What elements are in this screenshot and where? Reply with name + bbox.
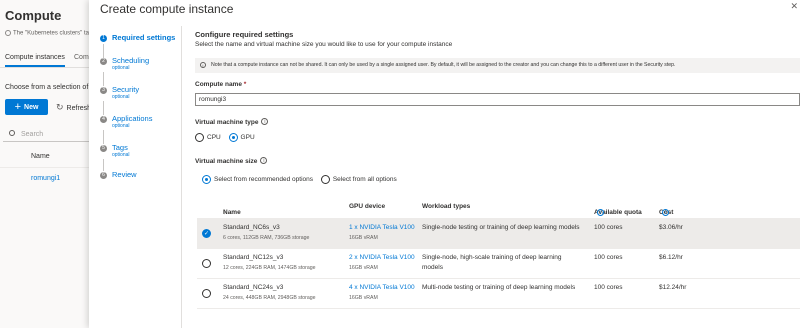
refresh-icon: ↻ (56, 102, 64, 112)
page-title: Compute (5, 8, 62, 23)
radio-button-selected[interactable] (202, 175, 211, 184)
section-title: Configure required settings (195, 30, 294, 39)
close-icon[interactable]: ✕ (790, 1, 798, 12)
gpu-device-link[interactable]: 4 x NVIDIA Tesla V100 (349, 284, 415, 291)
info-text: The "Kubernetes clusters" tab (5, 30, 92, 37)
tab-compute-instances[interactable]: Compute instances (5, 54, 65, 67)
new-button[interactable]: + New (5, 99, 48, 115)
compute-instance-link[interactable]: romungi1 (31, 175, 60, 182)
table-row[interactable]: Standard_NC24s_v3 24 cores, 448GB RAM, 2… (197, 279, 800, 309)
cost: $12.24/hr (659, 284, 687, 291)
step-number: 3 (100, 87, 107, 94)
table-row[interactable]: ✓ Standard_NC6s_v3 6 cores, 112GB RAM, 7… (197, 219, 800, 249)
workload-type: Single-node, high-scale training of deep… (422, 254, 562, 261)
sort-arrow-icon: ↑ (223, 209, 227, 216)
vm-name: Standard_NC24s_v3 (223, 284, 284, 291)
cost: $3.06/hr (659, 224, 683, 231)
step-connector (103, 72, 104, 86)
table-row[interactable]: Standard_NC12s_v3 12 cores, 224GB RAM, 1… (197, 249, 800, 279)
name-column-header[interactable]: Name (31, 153, 50, 160)
compute-name-input[interactable] (195, 93, 800, 106)
step-connector (103, 44, 104, 58)
info-icon[interactable]: i (260, 157, 268, 164)
info-icon: i (597, 209, 604, 216)
radio-cpu[interactable]: CPU (195, 133, 221, 142)
radio-recommended[interactable]: Select from recommended options (202, 175, 313, 184)
vm-size-table: Name ↑ GPU device Workload types Availab… (197, 197, 800, 309)
radio-gpu[interactable]: GPU (228, 133, 255, 142)
cost: $6.12/hr (659, 254, 683, 261)
vm-name: Standard_NC12s_v3 (223, 254, 284, 261)
notice-banner: i Note that a compute instance can not b… (195, 58, 800, 73)
vm-type-label: Virtual machine type i (195, 118, 269, 126)
gpu-vram: 16GB vRAM (349, 265, 378, 271)
info-icon: i (662, 209, 669, 216)
step-number: 6 (100, 172, 107, 179)
radio-button[interactable] (195, 133, 204, 142)
plus-icon: + (14, 100, 22, 113)
step-number: 1 (100, 35, 107, 42)
refresh-button[interactable]: ↻ Refresh (56, 102, 91, 113)
available-quota: 100 cores (594, 224, 623, 231)
workload-type-continued: models (422, 264, 443, 271)
tab-bar: Compute instances Comp (0, 50, 93, 68)
workload-type: Single-node testing or training of deep … (422, 224, 580, 231)
divider (0, 167, 90, 168)
vm-specs: 12 cores, 224GB RAM, 1474GB storage (223, 265, 316, 271)
column-header-gpu[interactable]: GPU device (349, 203, 385, 210)
row-select[interactable] (202, 259, 211, 268)
info-icon: i (200, 62, 206, 68)
section-description: Select the name and virtual machine size… (195, 41, 453, 48)
radio-button-selected[interactable] (228, 133, 238, 142)
column-header-workload[interactable]: Workload types (422, 203, 470, 210)
step-number: 4 (100, 116, 107, 123)
step-connector (103, 130, 104, 144)
step-number: 2 (100, 58, 107, 65)
radio-all-options[interactable]: Select from all options (320, 175, 397, 184)
table-header: Name ↑ GPU device Workload types Availab… (197, 197, 800, 219)
wizard-steps: 1 Required settings 2 Scheduling optiona… (89, 26, 182, 328)
vm-specs: 24 cores, 448GB RAM, 2948GB storage (223, 295, 316, 301)
vm-name: Standard_NC6s_v3 (223, 224, 280, 231)
panel-title: Create compute instance (100, 2, 234, 16)
row-select[interactable] (202, 289, 211, 298)
vm-size-label: Virtual machine size i (195, 157, 268, 165)
vm-specs: 6 cores, 112GB RAM, 736GB storage (223, 235, 310, 241)
row-select-checked[interactable]: ✓ (202, 229, 211, 238)
search-icon (9, 130, 15, 136)
gpu-device-link[interactable]: 1 x NVIDIA Tesla V100 (349, 224, 415, 231)
gpu-device-link[interactable]: 2 x NVIDIA Tesla V100 (349, 254, 415, 261)
workload-type: Multi-node testing or training of deep l… (422, 284, 576, 291)
gpu-vram: 16GB vRAM (349, 235, 378, 241)
gpu-vram: 16GB vRAM (349, 295, 378, 301)
create-compute-panel: Create compute instance ✕ 1 Required set… (89, 0, 800, 328)
available-quota: 100 cores (594, 284, 623, 291)
search-input[interactable]: Search (3, 128, 91, 142)
compute-name-label: Compute name * (195, 81, 247, 88)
available-quota: 100 cores (594, 254, 623, 261)
choose-text: Choose from a selection of Cl (5, 84, 97, 91)
info-icon (5, 30, 11, 36)
step-connector (103, 159, 104, 171)
radio-button[interactable] (320, 175, 330, 184)
step-connector (103, 101, 104, 115)
vm-type-radio-group: CPU GPU (195, 133, 261, 142)
info-icon[interactable]: i (261, 118, 269, 125)
step-number: 5 (100, 145, 107, 152)
vm-size-radio-group: Select from recommended options Select f… (202, 175, 403, 184)
